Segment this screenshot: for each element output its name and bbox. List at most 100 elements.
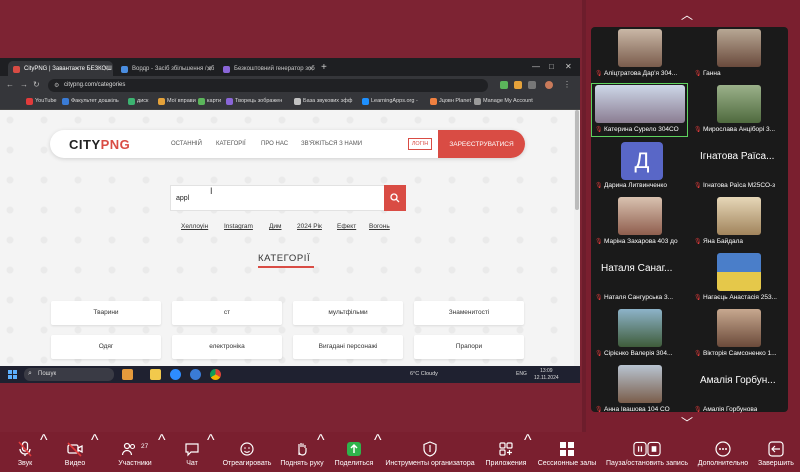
category-button[interactable]: мультфільми <box>293 301 403 325</box>
category-button[interactable]: Вигадані персонажі <box>293 335 403 359</box>
participant-tile[interactable]: 🎙︎ Яна Байдала <box>690 195 787 249</box>
tag-link[interactable]: Instagram <box>224 223 253 230</box>
bookmark[interactable]: Мої вправи <box>158 98 196 105</box>
participant-tile[interactable]: 🎙︎ Мирослава Анціборі 3... <box>690 83 787 137</box>
bookmark[interactable]: диск <box>128 98 148 105</box>
tag-link[interactable]: Ефект <box>337 223 356 230</box>
taskbar-clock[interactable]: 13:09 12.11.2024 <box>534 368 559 381</box>
chat-button[interactable]: Чат <box>178 432 206 472</box>
video-button[interactable]: Видео <box>60 432 90 472</box>
chrome-app-icon[interactable] <box>210 369 221 380</box>
participants-button[interactable]: 27 Участники <box>115 432 155 472</box>
close-tab-icon[interactable]: ✕ <box>308 65 314 73</box>
more-button[interactable]: Дополнительно <box>696 432 750 472</box>
category-button[interactable]: ст <box>172 301 282 325</box>
participant-tile[interactable]: 🎙︎ Маріна Захарова 403 до <box>591 195 688 249</box>
bookmark[interactable]: Творець зображен <box>226 98 282 105</box>
pause-record-button[interactable]: Пауза/остановить запись <box>604 432 690 472</box>
site-info-icon[interactable]: ⚙ <box>54 82 59 89</box>
participant-tile[interactable]: Ігнатова Раїса... 🎙︎ Ігнатова Раїса М25С… <box>690 139 787 193</box>
search-field[interactable]: appl <box>170 185 406 211</box>
category-button[interactable]: Знаменитості <box>414 301 524 325</box>
close-tab-icon[interactable]: ✕ <box>103 65 109 73</box>
chevron-up-icon[interactable]: ︿ <box>681 6 693 23</box>
bookmark[interactable]: Факультет дошкіль <box>62 98 119 105</box>
tag-link[interactable]: 2024 Рік <box>297 223 322 230</box>
file-explorer-icon[interactable] <box>150 369 161 380</box>
chrome-app-icon[interactable] <box>190 369 201 380</box>
scrollbar-thumb[interactable] <box>575 110 579 210</box>
participant-tile[interactable]: 🎙︎ Сірієнко Валерія 304... <box>591 307 688 361</box>
share-button[interactable]: Поделиться <box>334 432 374 472</box>
task-view-icon[interactable] <box>122 369 133 380</box>
minimize-icon[interactable]: — <box>532 62 540 71</box>
new-tab-icon[interactable]: + <box>321 62 327 73</box>
nav-latest[interactable]: ОСТАННІЙ <box>171 141 202 147</box>
participant-tile[interactable]: 🎙︎ Анна Івашова 104 СО <box>591 363 688 417</box>
citypng-logo[interactable]: CITYPNG <box>69 137 130 152</box>
bookmark[interactable]: карти <box>198 98 221 105</box>
share-options-caret[interactable]: ^ <box>374 432 382 472</box>
reload-icon[interactable]: ↻ <box>33 80 40 89</box>
participant-name: Вікторія Самсоненко 1... <box>703 350 777 357</box>
menu-icon[interactable]: ⋮ <box>563 80 571 89</box>
tag-link[interactable]: Дим <box>269 223 282 230</box>
bookmark[interactable]: Manage My Account <box>474 98 533 105</box>
participant-tile[interactable]: Наталя Санаг... 🎙︎ Наталя Сангурська 3..… <box>591 251 688 305</box>
nav-about[interactable]: ПРО НАС <box>261 141 288 147</box>
zoom-app-icon[interactable] <box>170 369 181 380</box>
participants-options-caret[interactable]: ^ <box>158 432 166 472</box>
close-window-icon[interactable]: ✕ <box>565 62 572 71</box>
category-button[interactable]: Одяг <box>51 335 161 359</box>
apps-options-caret[interactable]: ^ <box>524 432 532 472</box>
taskbar-search[interactable]: ⌕ Пошук <box>24 368 114 381</box>
participant-tile[interactable]: Амалія Горбун... 🎙︎ Амалія Горбунова <box>690 363 787 417</box>
participant-tile[interactable]: Д 🎙︎ Дарина Литвинченко <box>591 139 688 193</box>
close-tab-icon[interactable]: ✕ <box>206 65 212 73</box>
participant-tile[interactable]: 🎙︎ Катерина Сурело 304СО <box>591 83 688 137</box>
forward-icon[interactable]: → <box>20 80 28 89</box>
login-button[interactable]: ЛОГІН <box>408 138 432 150</box>
back-icon[interactable]: ← <box>6 80 14 89</box>
url-field[interactable]: ⚙ citypng.com/categories <box>48 79 488 92</box>
participant-name: Нагаєць Анастасія 253... <box>703 294 777 301</box>
apps-button[interactable]: Приложения <box>486 432 526 472</box>
bookmark[interactable]: LearningApps.org - <box>362 98 418 105</box>
audio-options-caret[interactable]: ^ <box>40 432 48 472</box>
nav-categories[interactable]: КАТЕГОРІЇ <box>216 141 246 147</box>
tag-link[interactable]: Хеллоуін <box>181 223 208 230</box>
chat-options-caret[interactable]: ^ <box>207 432 215 472</box>
video-options-caret[interactable]: ^ <box>91 432 99 472</box>
bookmark[interactable]: YouTube <box>26 98 57 105</box>
participant-tile[interactable]: 🎙︎ Ганна <box>690 27 787 81</box>
category-button[interactable]: електроніка <box>172 335 282 359</box>
participant-tile[interactable]: 🎙︎ Аліцтратова Дар'я 304... <box>591 27 688 81</box>
participant-tile[interactable]: 🎙︎ Вікторія Самсоненко 1... <box>690 307 787 361</box>
profile-avatar[interactable] <box>545 81 553 89</box>
extension-icon[interactable] <box>500 81 508 89</box>
tag-link[interactable]: Вогонь <box>369 223 390 230</box>
end-meeting-button[interactable]: Завершить <box>756 432 796 472</box>
participant-tile[interactable]: 🎙︎ Нагаєць Анастасія 253... <box>690 251 787 305</box>
weather-widget[interactable]: 6°C Cloudy <box>410 371 438 377</box>
react-button[interactable]: Отреагировать <box>222 432 272 472</box>
category-button[interactable]: Прапори <box>414 335 524 359</box>
search-button[interactable] <box>384 185 406 211</box>
raise-hand-options-caret[interactable]: ^ <box>317 432 325 472</box>
chevron-down-icon[interactable]: ﹀ <box>681 414 693 431</box>
maximize-icon[interactable]: □ <box>549 62 554 71</box>
extension-icon[interactable] <box>514 81 522 89</box>
search-input-value[interactable]: appl <box>176 195 189 202</box>
tray-language[interactable]: ENG <box>516 371 527 377</box>
host-tools-button[interactable]: Инструменты организатора <box>385 432 475 472</box>
split-divider[interactable] <box>582 0 586 432</box>
bookmark[interactable]: Јцовн Planet <box>430 98 471 105</box>
audio-button[interactable]: Звук <box>10 432 40 472</box>
extension-icon[interactable] <box>528 81 536 89</box>
bookmark[interactable]: База звукових эфф <box>294 98 352 105</box>
windows-start-icon[interactable] <box>8 370 17 379</box>
signup-button[interactable]: ЗАРЕЄСТРУВАТИСЯ <box>438 130 525 158</box>
breakout-rooms-button[interactable]: Сессионные залы <box>538 432 596 472</box>
category-button[interactable]: Тварини <box>51 301 161 325</box>
nav-contact[interactable]: ЗВ'ЯЖІТЬСЯ З НАМИ <box>301 141 362 147</box>
